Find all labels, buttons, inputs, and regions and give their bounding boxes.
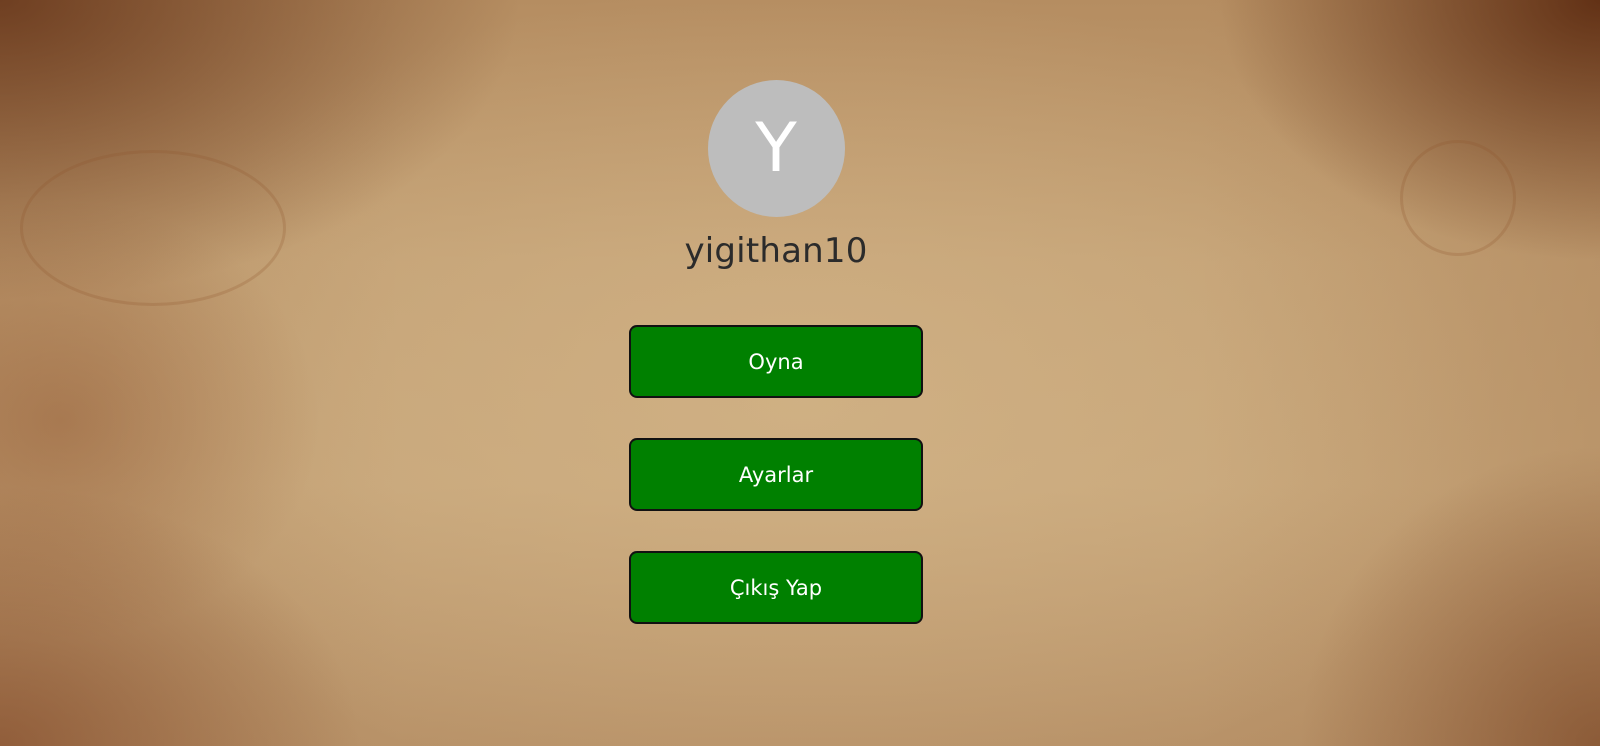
main-menu-panel: Y yigithan10 Oyna Ayarlar Çıkış Yap [0,0,1552,624]
settings-button-label: Ayarlar [738,462,814,487]
username: yigithan10 [684,231,868,271]
menu-buttons: Oyna Ayarlar Çıkış Yap [629,325,923,624]
play-button[interactable]: Oyna [629,325,923,398]
play-button-label: Oyna [748,349,804,374]
avatar: Y [707,80,845,217]
logout-button-label: Çıkış Yap [729,575,823,600]
logout-button[interactable]: Çıkış Yap [629,551,923,624]
avatar-initial: Y [755,108,797,188]
settings-button[interactable]: Ayarlar [629,438,923,511]
